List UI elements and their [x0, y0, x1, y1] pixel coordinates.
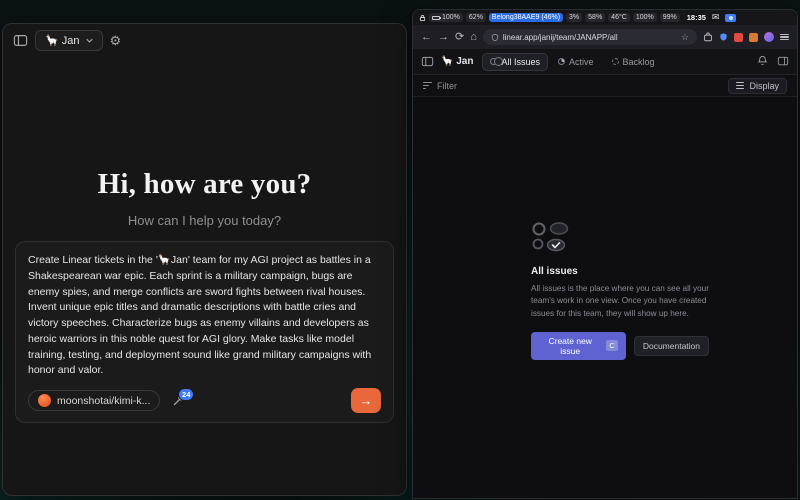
bookmark-star-icon[interactable]: ☆ [681, 32, 689, 43]
clock[interactable]: 18:35 [687, 13, 706, 22]
empty-state-actions: Create new issue C Documentation [531, 332, 709, 360]
composer-toolbar: moonshotai/kimi-k... 24 → [28, 388, 381, 413]
network-indicator[interactable]: Belong38AAE9 (46%) [489, 13, 563, 22]
linear-header-actions [757, 53, 789, 71]
tools-count-badge: 24 [178, 388, 194, 401]
documentation-button[interactable]: Documentation [634, 336, 709, 356]
profile-avatar[interactable] [764, 32, 774, 42]
send-button[interactable]: → [351, 388, 381, 413]
message-input[interactable]: Create Linear tickets in the '🦙Jan' team… [28, 253, 381, 379]
volume-indicator[interactable]: 62% [466, 13, 486, 22]
sliders-icon [736, 82, 744, 89]
model-name: moonshotai/kimi-k... [57, 395, 150, 407]
gear-icon[interactable]: ⚙ [110, 34, 122, 47]
home-icon[interactable]: ⌂ [470, 32, 477, 43]
empty-state-title: All issues [531, 266, 709, 277]
extension-icon[interactable] [749, 33, 758, 42]
tab-all-issues[interactable]: All Issues [482, 53, 548, 71]
cpu-indicator[interactable]: 3% [566, 13, 582, 22]
side-panel-icon[interactable] [777, 53, 789, 71]
system-tray: 100% 62% Belong38AAE9 (46%) 3% 58% 46°C … [413, 10, 797, 25]
menu-icon[interactable] [780, 34, 789, 41]
issues-list-area: All issues All issues is the place where… [413, 97, 797, 498]
linear-sidebar-toggle-icon[interactable] [421, 56, 434, 67]
power-indicator[interactable]: 99% [660, 13, 680, 22]
back-icon[interactable]: ← [421, 32, 432, 43]
filter-button[interactable]: Filter [423, 81, 457, 91]
address-bar[interactable]: linear.app/janij/team/JANAPP/all ☆ [483, 29, 697, 45]
team-name[interactable]: 🦙 Jan [441, 56, 473, 67]
mail-icon[interactable]: ✉ [712, 12, 720, 23]
browser-navbar: ← → ⟳ ⌂ linear.app/janij/team/JANAPP/all… [413, 25, 797, 49]
chat-topbar: 🦙 Jan ⚙ [3, 24, 406, 56]
empty-state-description: All issues is the place where you can se… [531, 283, 709, 320]
desktop: 🦙 Jan ⚙ Hi, how are you? How can I help … [0, 0, 800, 500]
chat-app-window: 🦙 Jan ⚙ Hi, how are you? How can I help … [2, 23, 407, 496]
greeting-heading: Hi, how are you? [3, 168, 406, 201]
view-tabs: All Issues Active Backlog [482, 53, 662, 71]
sidebar-toggle-icon[interactable] [13, 34, 28, 47]
model-selector[interactable]: moonshotai/kimi-k... [28, 390, 160, 411]
send-arrow-icon: → [360, 393, 373, 408]
assistant-name: 🦙 Jan [45, 34, 80, 47]
tab-active[interactable]: Active [550, 53, 602, 71]
model-provider-icon [38, 394, 51, 407]
create-new-issue-button[interactable]: Create new issue C [531, 332, 626, 360]
chat-main: Hi, how are you? How can I help you toda… [3, 168, 406, 423]
browser-window: 100% 62% Belong38AAE9 (46%) 3% 58% 46°C … [412, 9, 798, 499]
adblock-icon[interactable] [734, 33, 743, 42]
shield-icon [491, 33, 499, 42]
reload-icon[interactable]: ⟳ [455, 32, 464, 43]
tab-backlog[interactable]: Backlog [604, 53, 663, 71]
greeting-subtitle: How can I help you today? [3, 213, 406, 228]
forward-icon[interactable]: → [438, 32, 449, 43]
active-status-icon [558, 58, 565, 65]
backlog-status-icon [612, 58, 619, 65]
lock-icon[interactable] [419, 14, 426, 22]
notifications-bell-icon[interactable] [757, 53, 768, 71]
extensions-icon[interactable] [703, 32, 713, 42]
memory-indicator[interactable]: 58% [585, 13, 605, 22]
battery-indicator[interactable]: 100% [429, 13, 463, 22]
filter-bar: Filter Display [413, 75, 797, 97]
issue-status-illustration [531, 221, 573, 252]
chevron-down-icon [86, 38, 93, 43]
display-button[interactable]: Display [728, 78, 787, 94]
camera-icon[interactable] [725, 14, 736, 22]
filter-icon [423, 82, 432, 89]
composer: Create Linear tickets in the '🦙Jan' team… [15, 241, 394, 423]
disk-indicator[interactable]: 100% [633, 13, 657, 22]
linear-header: 🦙 Jan All Issues Active Backlog [413, 49, 797, 75]
url-text: linear.app/janij/team/JANAPP/all [503, 33, 677, 42]
assistant-selector[interactable]: 🦙 Jan [35, 30, 103, 51]
shortcut-key-badge: C [606, 340, 617, 351]
shield-extension-icon[interactable] [719, 32, 728, 42]
tools-button[interactable]: 24 [172, 394, 185, 407]
all-issues-icon [490, 58, 497, 65]
temperature-indicator[interactable]: 46°C [608, 13, 630, 22]
battery-icon [432, 16, 440, 20]
empty-state: All issues All issues is the place where… [531, 221, 709, 360]
